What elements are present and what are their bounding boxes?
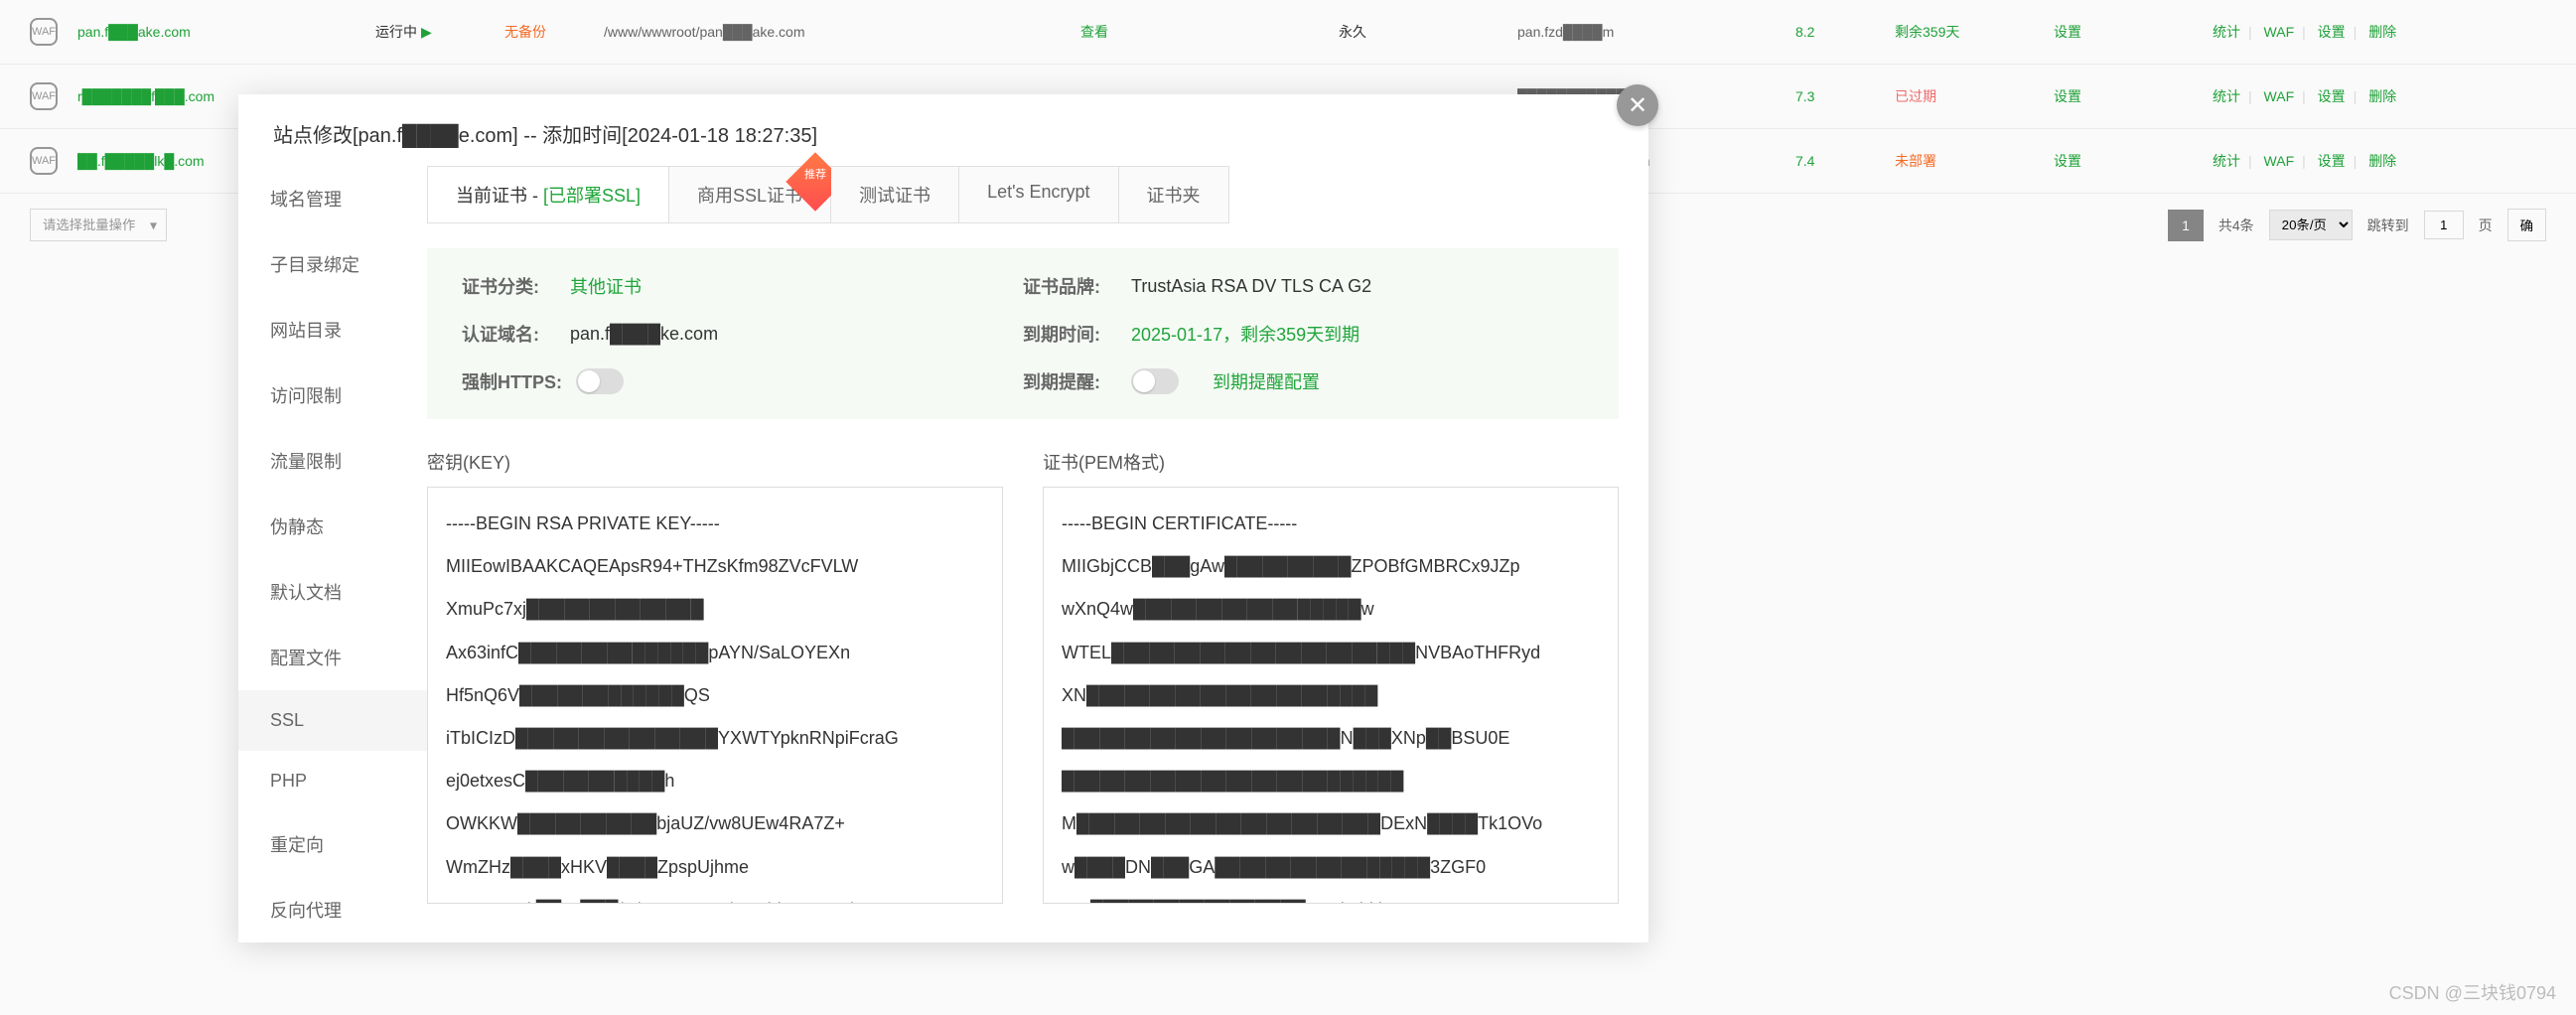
nav-subdir[interactable]: 子目录绑定 — [238, 231, 427, 297]
ssl-tabs: 当前证书 - [已部署SSL] 商用SSL证书推荐 测试证书 Let's Enc… — [427, 166, 1229, 223]
expire-remind-label: 到期提醒: — [1023, 368, 1117, 394]
nav-webdir[interactable]: 网站目录 — [238, 297, 427, 362]
cert-brand-value: TrustAsia RSA DV TLS CA G2 — [1131, 276, 1371, 297]
key-textarea[interactable] — [427, 487, 1003, 904]
force-https-toggle[interactable] — [576, 368, 624, 394]
modal-title: 站点修改[pan.f████e.com] -- 添加时间[2024-01-18 … — [238, 94, 1648, 166]
remind-config-link[interactable]: 到期提醒配置 — [1213, 368, 1320, 394]
cert-info-box: 证书分类: 其他证书 证书品牌: TrustAsia RSA DV TLS CA G… — [427, 248, 1619, 419]
nav-rewrite[interactable]: 伪静态 — [238, 494, 427, 559]
nav-default[interactable]: 默认文档 — [238, 559, 427, 625]
key-label: 密钥(KEY) — [427, 449, 1003, 475]
nav-traffic[interactable]: 流量限制 — [238, 428, 427, 494]
cert-category-value[interactable]: 其他证书 — [570, 273, 642, 299]
cert-section: 密钥(KEY) 证书(PEM格式) — [427, 449, 1619, 907]
tab-current-cert[interactable]: 当前证书 - [已部署SSL] — [428, 167, 669, 222]
expire-value: 2025-01-17，剩余359天到期 — [1131, 321, 1360, 347]
modal-side-nav: 域名管理 子目录绑定 网站目录 访问限制 流量限制 伪静态 默认文档 配置文件 … — [238, 166, 427, 942]
force-https-label: 强制HTTPS: — [462, 368, 562, 394]
tab-commercial-ssl[interactable]: 商用SSL证书推荐 — [669, 167, 831, 222]
cert-brand-label: 证书品牌: — [1023, 273, 1117, 299]
nav-proxy[interactable]: 反向代理 — [238, 877, 427, 942]
tab-lets-encrypt[interactable]: Let's Encrypt — [959, 167, 1118, 222]
auth-domain-value: pan.f████ke.com — [570, 324, 718, 345]
cert-category-label: 证书分类: — [462, 273, 556, 299]
cert-textarea[interactable] — [1043, 487, 1619, 904]
expire-label: 到期时间: — [1023, 321, 1117, 347]
nav-config[interactable]: 配置文件 — [238, 625, 427, 690]
expire-remind-toggle[interactable] — [1131, 368, 1179, 394]
modal-main: 当前证书 - [已部署SSL] 商用SSL证书推荐 测试证书 Let's Enc… — [427, 166, 1648, 942]
nav-redirect[interactable]: 重定向 — [238, 811, 427, 877]
auth-domain-label: 认证域名: — [462, 321, 556, 347]
tab-cert-folder[interactable]: 证书夹 — [1119, 167, 1228, 222]
nav-access[interactable]: 访问限制 — [238, 362, 427, 428]
close-icon[interactable]: ✕ — [1617, 84, 1658, 126]
nav-ssl[interactable]: SSL — [238, 690, 427, 751]
cert-label: 证书(PEM格式) — [1043, 449, 1619, 475]
site-edit-modal: ✕ 站点修改[pan.f████e.com] -- 添加时间[2024-01-1… — [238, 94, 1648, 942]
nav-domain[interactable]: 域名管理 — [238, 166, 427, 231]
tab-test-cert[interactable]: 测试证书 — [831, 167, 959, 222]
nav-php[interactable]: PHP — [238, 751, 427, 811]
